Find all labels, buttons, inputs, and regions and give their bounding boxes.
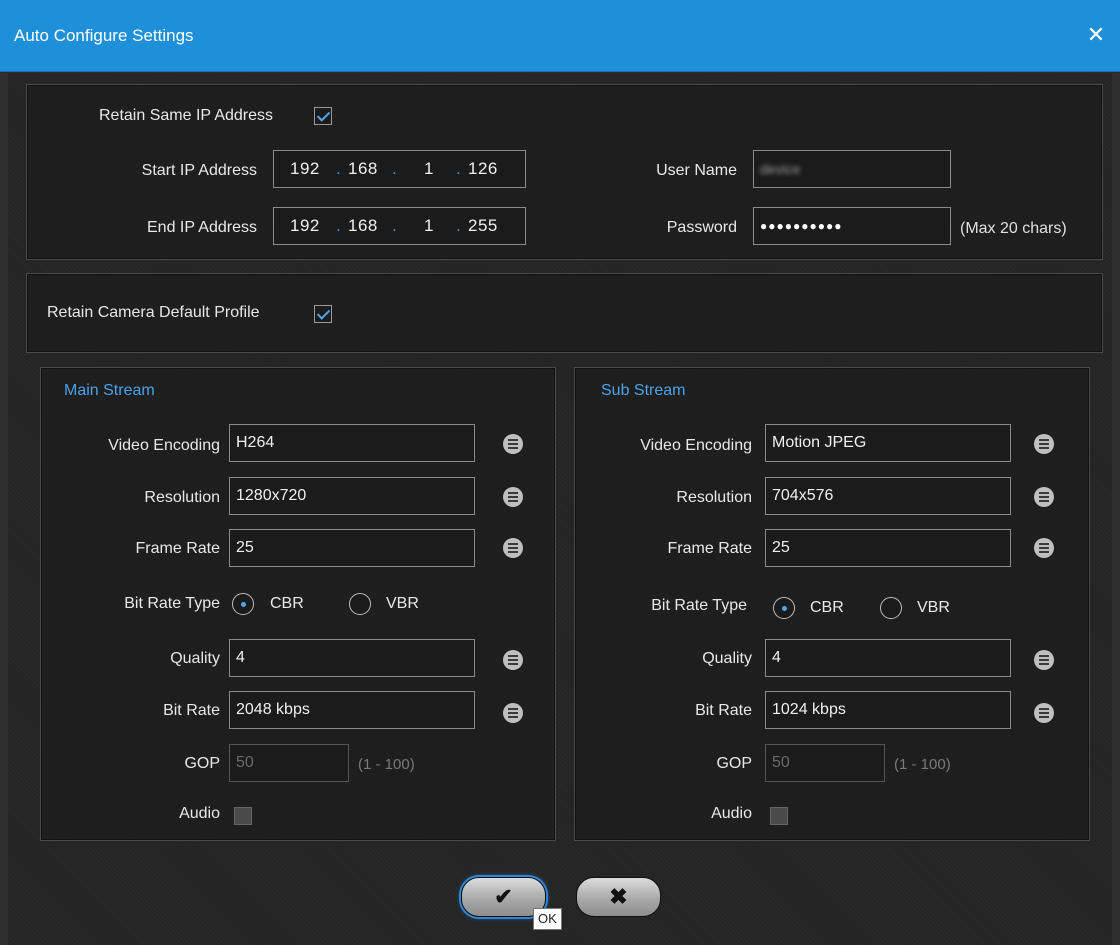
close-icon[interactable]: ✕ bbox=[1072, 0, 1120, 72]
sub-quality-label: Quality bbox=[702, 650, 752, 667]
main-gop-label: GOP bbox=[184, 755, 220, 772]
sub-gop-field[interactable]: 50 bbox=[765, 744, 885, 782]
retain-ip-checkbox[interactable] bbox=[314, 107, 332, 125]
end-ip-octet-4: 255 bbox=[468, 216, 498, 235]
checkmark-icon: ✔ bbox=[494, 884, 513, 909]
sub-video-encoding-label: Video Encoding bbox=[640, 437, 752, 454]
sub-quality-field[interactable]: 4 bbox=[765, 639, 1011, 677]
ip-dot: . bbox=[456, 159, 461, 178]
main-audio-checkbox[interactable] bbox=[234, 807, 252, 825]
end-ip-octet-3: 1 bbox=[424, 216, 434, 235]
main-resolution-label: Resolution bbox=[144, 489, 220, 506]
user-name-label: User Name bbox=[656, 162, 737, 179]
sub-frame-rate-label: Frame Rate bbox=[667, 540, 752, 557]
ip-dot: . bbox=[392, 216, 397, 235]
main-cbr-label: CBR bbox=[270, 595, 304, 612]
sub-video-encoding-list-icon[interactable] bbox=[1034, 434, 1054, 454]
ip-dot: . bbox=[392, 159, 397, 178]
ok-tooltip: OK bbox=[533, 908, 562, 930]
main-cbr-radio[interactable] bbox=[232, 593, 254, 615]
sub-cbr-label: CBR bbox=[810, 599, 844, 616]
main-gop-field[interactable]: 50 bbox=[229, 744, 349, 782]
ip-dot: . bbox=[336, 159, 341, 178]
end-ip-octet-1: 192 bbox=[290, 216, 320, 235]
password-value: ●●●●●●●●●● bbox=[760, 219, 843, 233]
end-ip-octet-2: 168 bbox=[348, 216, 378, 235]
main-frame-rate-label: Frame Rate bbox=[135, 540, 220, 557]
password-hint: (Max 20 chars) bbox=[960, 220, 1067, 237]
main-vbr-label: VBR bbox=[386, 595, 419, 612]
sub-bit-rate-label: Bit Rate bbox=[695, 702, 752, 719]
main-bit-rate-label: Bit Rate bbox=[163, 702, 220, 719]
main-frame-rate-list-icon[interactable] bbox=[503, 538, 523, 558]
title-bar: Auto Configure Settings ✕ bbox=[0, 0, 1120, 72]
sub-vbr-label: VBR bbox=[917, 599, 950, 616]
main-video-encoding-label: Video Encoding bbox=[108, 437, 220, 454]
main-audio-label: Audio bbox=[179, 805, 220, 822]
sub-resolution-list-icon[interactable] bbox=[1034, 487, 1054, 507]
retain-ip-label: Retain Same IP Address bbox=[99, 107, 274, 124]
start-ip-octet-2: 168 bbox=[348, 159, 378, 178]
sub-resolution-field[interactable]: 704x576 bbox=[765, 477, 1011, 515]
main-stream-title: Main Stream bbox=[64, 382, 155, 399]
sub-audio-checkbox[interactable] bbox=[770, 807, 788, 825]
sub-bit-rate-list-icon[interactable] bbox=[1034, 703, 1054, 723]
sub-resolution-label: Resolution bbox=[676, 489, 752, 506]
start-ip-octet-3: 1 bbox=[424, 159, 434, 178]
user-name-field[interactable]: device bbox=[753, 150, 951, 188]
window-title: Auto Configure Settings bbox=[14, 26, 194, 45]
start-ip-octet-1: 192 bbox=[290, 159, 320, 178]
password-field[interactable]: ●●●●●●●●●● bbox=[753, 207, 951, 245]
main-video-encoding-list-icon[interactable] bbox=[503, 434, 523, 454]
start-ip-octet-4: 126 bbox=[468, 159, 498, 178]
sub-bit-rate-type-label: Bit Rate Type bbox=[651, 597, 747, 614]
sub-quality-list-icon[interactable] bbox=[1034, 650, 1054, 670]
main-quality-field[interactable]: 4 bbox=[229, 639, 475, 677]
main-bit-rate-field[interactable]: 2048 kbps bbox=[229, 691, 475, 729]
password-label: Password bbox=[666, 219, 737, 236]
ip-dot: . bbox=[336, 216, 341, 235]
start-ip-label: Start IP Address bbox=[141, 162, 257, 179]
sub-vbr-radio[interactable] bbox=[880, 597, 902, 619]
main-vbr-radio[interactable] bbox=[349, 593, 371, 615]
sub-cbr-radio[interactable] bbox=[773, 597, 795, 619]
main-gop-range: (1 - 100) bbox=[358, 756, 415, 773]
sub-frame-rate-list-icon[interactable] bbox=[1034, 538, 1054, 558]
main-bit-rate-type-label: Bit Rate Type bbox=[124, 595, 220, 612]
sub-audio-label: Audio bbox=[711, 805, 752, 822]
retain-default-profile-label: Retain Camera Default Profile bbox=[47, 304, 260, 321]
end-ip-field[interactable]: 192 . 168 . 1 . 255 bbox=[273, 207, 526, 245]
sub-gop-range: (1 - 100) bbox=[894, 756, 951, 773]
main-quality-label: Quality bbox=[170, 650, 220, 667]
start-ip-field[interactable]: 192 . 168 . 1 . 126 bbox=[273, 150, 526, 188]
ip-dot: . bbox=[456, 216, 461, 235]
retain-default-profile-checkbox[interactable] bbox=[314, 305, 332, 323]
main-quality-list-icon[interactable] bbox=[503, 650, 523, 670]
main-resolution-list-icon[interactable] bbox=[503, 487, 523, 507]
user-name-value: device bbox=[760, 161, 801, 177]
cross-icon: ✖ bbox=[609, 884, 628, 909]
main-video-encoding-field[interactable]: H264 bbox=[229, 424, 475, 462]
sub-bit-rate-field[interactable]: 1024 kbps bbox=[765, 691, 1011, 729]
sub-gop-label: GOP bbox=[716, 755, 752, 772]
sub-video-encoding-field[interactable]: Motion JPEG bbox=[765, 424, 1011, 462]
sub-stream-title: Sub Stream bbox=[601, 382, 686, 399]
sub-frame-rate-field[interactable]: 25 bbox=[765, 529, 1011, 567]
main-resolution-field[interactable]: 1280x720 bbox=[229, 477, 475, 515]
cancel-button[interactable]: ✖ bbox=[576, 877, 661, 917]
main-bit-rate-list-icon[interactable] bbox=[503, 703, 523, 723]
end-ip-label: End IP Address bbox=[147, 219, 257, 236]
main-frame-rate-field[interactable]: 25 bbox=[229, 529, 475, 567]
